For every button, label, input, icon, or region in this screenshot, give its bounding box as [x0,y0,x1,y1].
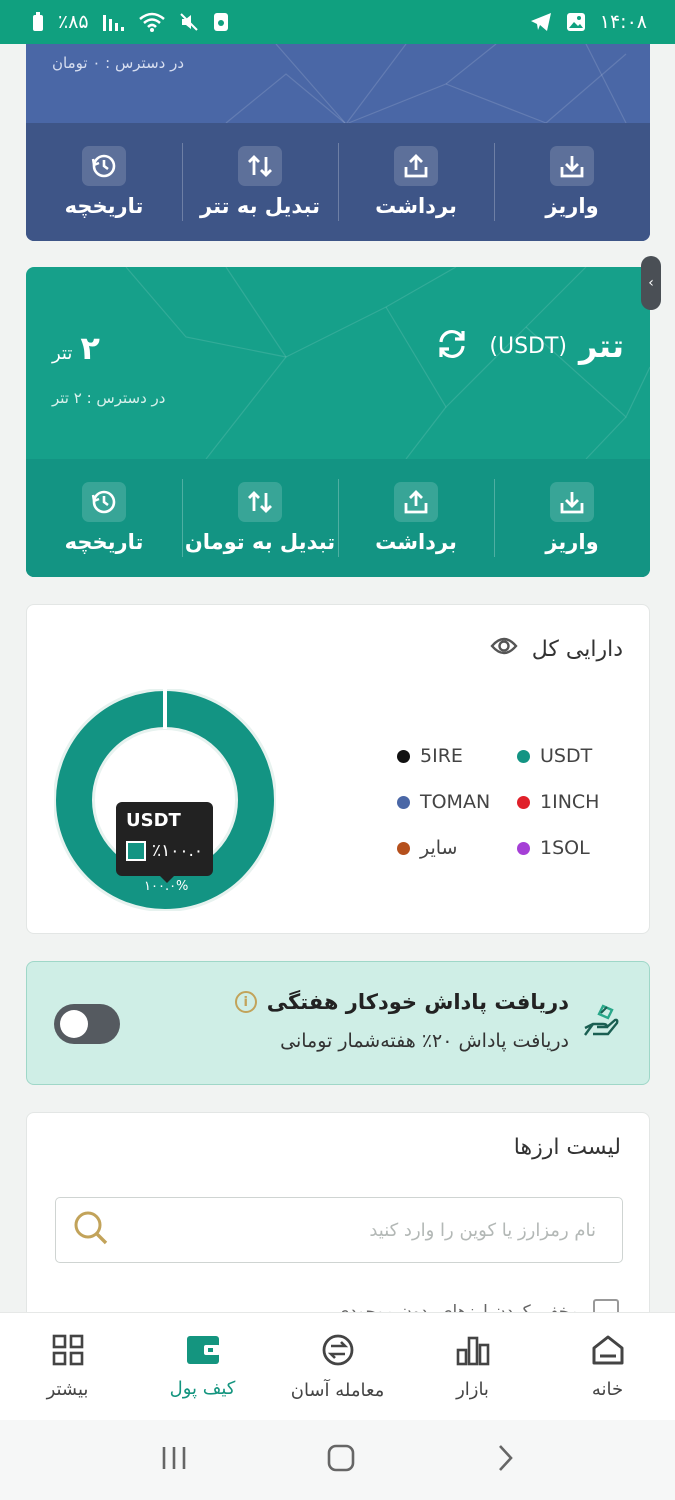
eye-icon[interactable] [490,635,518,663]
deposit-button[interactable]: واریز [494,123,650,241]
home-icon [591,1334,625,1371]
reward-hand-icon [581,1000,621,1044]
info-icon[interactable]: i [234,991,257,1013]
coin-symbol: (USDT) [489,333,568,359]
deposit-label: واریز [545,530,599,554]
back-icon[interactable] [495,1444,515,1476]
swap-icon [238,146,282,186]
total-assets-card: دارایی کل USDT ٪۱۰۰.۰ ۱۰۰.۰% 5IRE USDT T… [26,604,650,934]
convert-to-usdt-button[interactable]: تبدیل به تتر [182,123,338,241]
deposit-label: واریز [545,194,599,218]
convert-label: تبدیل به تومان [184,530,336,554]
usdt-wallet-card: تتر (USDT) ۲ تتر در دسترس : ۲ تتر تاریخچ… [26,267,650,577]
upload-icon [394,482,438,522]
toggle-knob [60,1010,88,1038]
gallery-icon [566,12,586,32]
history-icon [82,482,126,522]
battery-icon [32,12,44,32]
legend-dot [397,749,410,763]
clock-time: ۱۴:۰۸ [599,11,647,33]
legend-dot [517,749,530,763]
wallet-icon [186,1335,220,1370]
coin-balance: ۲ تتر [52,329,100,367]
deposit-button[interactable]: واریز [494,459,650,577]
coin-title: تتر (USDT) [435,327,624,365]
withdraw-button[interactable]: برداشت [338,459,494,577]
search-box [55,1197,623,1263]
coin-search-input[interactable] [116,1219,596,1241]
withdraw-label: برداشت [375,530,457,554]
refresh-icon[interactable] [435,327,469,365]
legend-item: 1INCH [517,791,627,813]
coin-list-title: لیست ارزها [513,1135,621,1160]
balance-amount: ۲ [80,329,100,367]
legend-item: 5IRE [397,745,507,767]
nav-more[interactable]: بیشتر [0,1313,135,1420]
reward-subtitle: دریافت پاداش ۲۰٪ هفته‌شمار تومانی [280,1030,569,1052]
legend-item: USDT [517,745,627,767]
balance-unit: تتر [52,343,73,364]
chart-tooltip: USDT ٪۱۰۰.۰ [116,802,213,883]
system-navigation-bar [0,1420,675,1500]
weekly-reward-card: دریافت پاداش خودکار هفتگی i دریافت پاداش… [26,961,650,1085]
side-drawer-handle[interactable]: ‹ [641,256,661,310]
nav-home[interactable]: خانه [540,1313,675,1420]
download-icon [550,482,594,522]
bottom-navigation: خانه بازار معامله آسان کیف پول بیشتر [0,1312,675,1420]
withdraw-label: برداشت [375,194,457,218]
reward-title: دریافت پاداش خودکار هفتگی i [234,990,569,1014]
history-icon [82,146,126,186]
legend-dot [517,795,530,809]
toman-actions: تاریخچه تبدیل به تتر برداشت واریز [26,123,650,241]
battery-level: ٪۸۵ [58,11,89,33]
legend-dot [517,841,530,855]
search-icon[interactable] [72,1209,110,1251]
legend-dot [397,795,410,809]
home-system-icon[interactable] [327,1444,355,1476]
signal-icon [102,13,125,31]
grid-icon [52,1334,84,1371]
toman-wallet-card: در دسترس : ۰ تومان تاریخچه تبدیل به تتر … [26,44,650,241]
available-balance: در دسترس : ۰ تومان [52,54,185,72]
convert-label: تبدیل به تتر [200,194,320,218]
recent-apps-icon[interactable] [160,1445,188,1475]
tooltip-percent: ٪۱۰۰.۰ [151,841,203,861]
convert-to-toman-button[interactable]: تبدیل به تومان [182,459,338,577]
coin-name: تتر [579,327,624,365]
legend-dot [397,841,410,855]
status-bar: ٪۸۵ ۱۴:۰۸ [0,0,675,44]
download-icon [550,146,594,186]
assets-legend: 5IRE USDT TOMAN 1INCH سایر 1SOL [397,745,627,859]
withdraw-button[interactable]: برداشت [338,123,494,241]
nav-easy-trade[interactable]: معامله آسان [270,1313,405,1420]
swap-icon [238,482,282,522]
coin-list-card: لیست ارزها مخفی کردن ارزهای بدون موجودی [26,1112,650,1342]
exchange-icon [321,1333,355,1372]
available-balance: در دسترس : ۲ تتر [52,389,166,407]
auto-reward-toggle[interactable] [54,1004,120,1044]
telegram-icon [530,12,552,32]
bar-chart-icon [456,1334,490,1371]
history-label: تاریخچه [64,530,144,554]
history-button[interactable]: تاریخچه [26,459,182,577]
history-button[interactable]: تاریخچه [26,123,182,241]
mute-icon [179,12,199,32]
legend-item: 1SOL [517,837,627,859]
upload-icon [394,146,438,186]
legend-item: TOMAN [397,791,507,813]
tooltip-coin: USDT [126,810,181,831]
nav-wallet[interactable]: کیف پول [135,1313,270,1420]
wifi-icon [138,12,165,32]
assets-header: دارایی کل [490,635,623,663]
nav-market[interactable]: بازار [405,1313,540,1420]
lock-notification-icon [213,12,229,32]
legend-item: سایر [397,837,507,859]
history-label: تاریخچه [64,194,144,218]
usdt-actions: تاریخچه تبدیل به تومان برداشت واریز [26,459,650,577]
assets-title: دارایی کل [531,636,623,662]
tooltip-swatch [126,841,146,861]
slice-percent-label: ۱۰۰.۰% [144,879,189,894]
